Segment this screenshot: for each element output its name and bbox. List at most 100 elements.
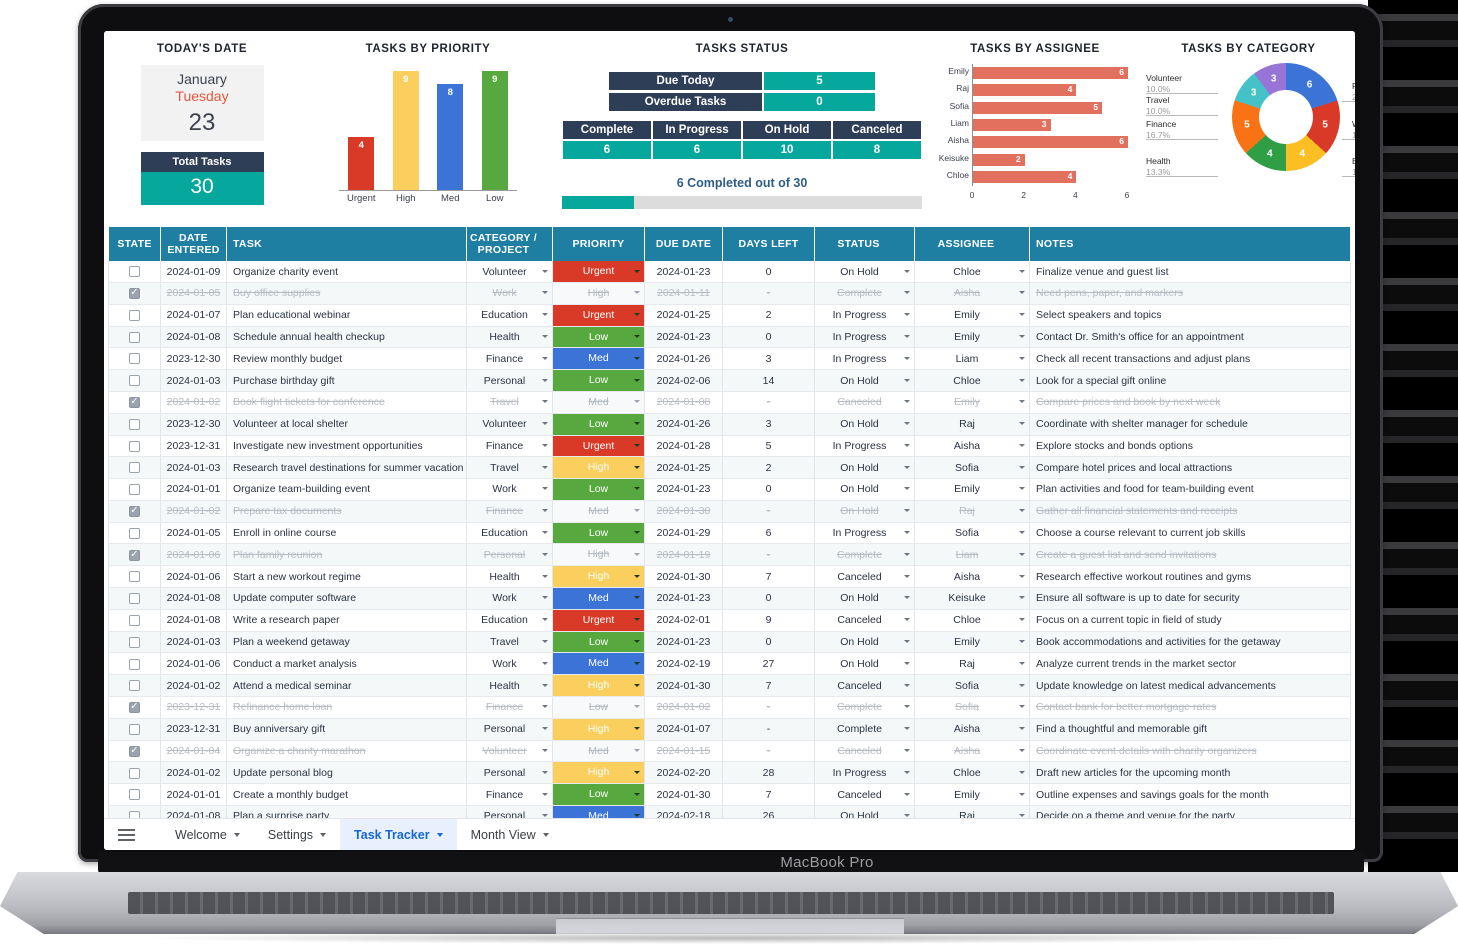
cell-category[interactable]: Work [466,652,553,676]
cell-assignee[interactable]: Sofia [914,456,1030,480]
cell-notes[interactable]: Coordinate with shelter manager for sche… [1029,413,1351,436]
cell-due-date[interactable]: 2024-02-06 [644,369,723,392]
table-row[interactable]: 2024-01-01 Organize team-building event Wo… [108,478,1351,501]
cell-notes[interactable]: Explore stocks and bonds options [1029,435,1351,458]
cell-date-entered[interactable]: 2024-01-01 [160,783,227,807]
cell-status[interactable]: In Progress [814,761,915,785]
cell-date-entered[interactable]: 2024-01-02 [160,391,227,414]
cell-priority[interactable]: High [552,718,645,741]
col-task[interactable]: TASK [226,227,467,262]
cell-category[interactable]: Travel [466,631,553,654]
cell-assignee[interactable]: Aisha [914,565,1030,589]
chevron-down-icon[interactable] [904,792,910,796]
state-checkbox[interactable] [129,680,140,692]
cell-assignee[interactable]: Raj [914,652,1030,676]
col-days-left[interactable]: DAYS LEFT [722,227,815,262]
state-checkbox[interactable] [129,527,140,539]
chevron-down-icon[interactable] [1019,313,1025,317]
cell-due-date[interactable]: 2024-01-30 [644,500,723,523]
state-checkbox[interactable] [129,744,140,757]
chevron-down-icon[interactable] [542,334,548,338]
cell-category[interactable]: Personal [466,718,553,741]
table-row[interactable]: 2024-01-08 Write a research paper Educatio… [108,609,1351,632]
cell-category[interactable]: Finance [466,347,553,371]
chevron-down-icon[interactable] [904,727,910,731]
chevron-down-icon[interactable] [542,356,548,360]
table-row[interactable]: 2024-01-01 Create a monthly budget Finance… [108,783,1351,807]
priority-badge[interactable]: Urgent [553,609,644,631]
chevron-down-icon[interactable] [634,291,640,295]
cell-days-left[interactable]: 0 [722,261,815,283]
cell-due-date[interactable]: 2024-01-30 [644,565,723,589]
chevron-down-icon[interactable] [904,574,910,578]
cell-priority[interactable]: Urgent [552,435,645,458]
chevron-down-icon[interactable] [1019,487,1025,491]
chevron-down-icon[interactable] [1019,400,1025,404]
cell-notes[interactable]: Outline expenses and savings goals for t… [1029,783,1351,807]
cell-notes[interactable]: Focus on a current topic in field of stu… [1029,609,1351,632]
cell-days-left[interactable]: 3 [722,413,815,436]
priority-badge[interactable]: Low [553,522,644,543]
cell-task[interactable]: Plan educational webinar [226,304,467,327]
chevron-down-icon[interactable] [542,269,548,273]
cell-date-entered[interactable]: 2024-01-09 [160,261,227,283]
cell-notes[interactable]: Compare prices and book by next week [1029,391,1351,414]
chevron-down-icon[interactable] [542,465,548,469]
chevron-down-icon[interactable] [1019,509,1025,513]
cell-task[interactable]: Create a monthly budget [226,783,467,807]
priority-badge[interactable]: Low [553,784,644,805]
priority-badge[interactable]: Urgent [553,435,644,456]
chevron-down-icon[interactable] [320,832,327,837]
cell-category[interactable]: Volunteer [466,261,553,283]
cell-status[interactable]: On Hold [814,631,915,654]
table-row[interactable]: 2024-01-06 Start a new workout regime Heal… [108,565,1351,589]
chevron-down-icon[interactable] [634,640,640,644]
chevron-down-icon[interactable] [634,574,640,578]
chevron-down-icon[interactable] [1019,378,1025,382]
state-checkbox[interactable] [129,593,140,605]
cell-assignee[interactable]: Chloe [914,261,1030,283]
state-checkbox[interactable] [129,418,140,430]
cell-due-date[interactable]: 2024-01-23 [644,326,723,349]
cell-priority[interactable]: Low [552,478,645,501]
priority-badge[interactable]: Med [553,740,644,761]
cell-due-date[interactable]: 2024-02-01 [644,609,723,632]
chevron-down-icon[interactable] [1019,531,1025,535]
table-row[interactable]: 2024-01-03 Research travel destinations f… [108,456,1351,480]
priority-badge[interactable]: Med [553,500,644,522]
cell-status[interactable]: In Progress [814,347,915,371]
cell-task[interactable]: Refinance home loan [226,696,467,719]
state-checkbox[interactable] [129,700,140,714]
state-checkbox[interactable] [129,504,140,517]
table-row[interactable]: 2024-01-02Prepare tax documentsFinanceMe… [108,500,1351,523]
cell-days-left[interactable]: 7 [722,565,815,589]
cell-due-date[interactable]: 2024-01-23 [644,631,723,654]
cell-assignee[interactable]: Aisha [914,282,1030,305]
priority-badge[interactable]: Low [553,697,644,718]
cell-date-entered[interactable]: 2023-12-31 [160,696,227,719]
table-row[interactable]: 2024-01-05Buy office suppliesWorkHigh202… [108,282,1351,305]
chevron-down-icon[interactable] [1019,792,1025,796]
cell-task[interactable]: Investigate new investment opportunities [226,435,467,458]
state-checkbox[interactable] [129,548,140,561]
cell-status[interactable]: In Progress [814,326,915,349]
cell-priority[interactable]: High [552,761,645,785]
state-checkbox[interactable] [129,571,140,583]
cell-due-date[interactable]: 2024-01-28 [644,435,723,458]
priority-badge[interactable]: Low [553,326,644,347]
col-status[interactable]: STATUS [814,227,915,262]
chevron-down-icon[interactable] [1019,552,1025,556]
priority-badge[interactable]: Med [553,348,644,369]
cell-task[interactable]: Book flight tickets for conference [226,391,467,414]
cell-due-date[interactable]: 2024-01-07 [644,718,723,741]
chevron-down-icon[interactable] [1019,683,1025,687]
sheet-tab-month-view[interactable]: Month View [457,819,563,851]
chevron-down-icon[interactable] [542,422,548,426]
chevron-down-icon[interactable] [1019,422,1025,426]
state-checkbox[interactable] [129,789,140,801]
cell-category[interactable]: Travel [466,456,553,480]
chevron-down-icon[interactable] [542,770,548,774]
state-checkbox[interactable] [129,266,140,278]
cell-date-entered[interactable]: 2023-12-30 [160,413,227,436]
cell-notes[interactable]: Analyze current trends in the market sec… [1029,652,1351,676]
